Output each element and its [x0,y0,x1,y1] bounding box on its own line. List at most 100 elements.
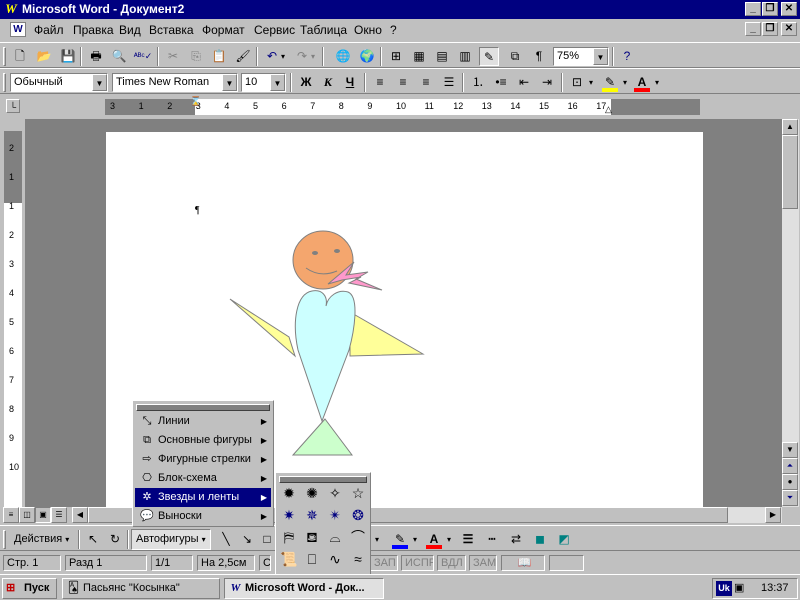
document-map-icon[interactable]: ⧉ [505,47,525,66]
menu-item-stars-banners[interactable]: ✲ Звезды и ленты ▶ [135,488,271,507]
autoshapes-menu[interactable]: Автофигуры ▾ [131,529,211,550]
arrow-icon[interactable]: ↘ [237,530,257,549]
show-hide-icon[interactable]: ¶ [529,47,549,66]
actions-menu[interactable]: Действия ▾ [10,530,73,549]
close-button[interactable]: ✕ [781,2,797,16]
indent-marker-icon[interactable]: ⌛ [190,96,201,107]
document-icon[interactable]: W [10,22,26,37]
bold-button[interactable]: Ж [296,73,316,92]
borders-icon[interactable]: ⊡ [567,73,587,92]
menu-item-callouts[interactable]: 💬 Выноски ▶ [135,507,271,526]
right-indent-marker-icon[interactable]: △ [605,104,612,115]
menu-tools[interactable]: Сервис [254,23,295,37]
task-word[interactable]: W Microsoft Word - Док... [224,578,384,599]
font-size-select[interactable]: 10 ▼ [241,73,286,92]
star8-icon[interactable]: ✷ [278,505,300,526]
decrease-indent-icon[interactable]: ⇤ [514,73,534,92]
doc-minimize-button[interactable]: _ [745,22,761,36]
tray-app-icon[interactable]: ▣ [734,581,744,594]
menu-edit[interactable]: Правка [73,23,114,37]
right-arm-shape[interactable] [349,311,425,357]
up-ribbon-icon[interactable]: ⛿ [278,527,300,548]
explosion1-icon[interactable]: ✹ [278,483,300,504]
bullets-icon[interactable]: •≡ [491,73,511,92]
dash-style-icon[interactable]: ┅ [482,530,502,549]
curved-down-ribbon-icon[interactable]: ⌒ [347,527,369,548]
menu-item-lines[interactable]: ⤡ Линии ▶ [135,412,271,431]
print-layout-icon[interactable]: ▣ [35,507,51,523]
print-icon[interactable]: 🖶 [86,47,106,66]
body-heart-shape[interactable] [294,290,356,423]
next-page-icon[interactable]: ⏷ [782,490,798,506]
align-center-icon[interactable]: ≡ [393,73,413,92]
save-icon[interactable]: 💾 [58,47,78,66]
align-left-icon[interactable]: ≡ [370,73,390,92]
format-painter-icon[interactable]: 🖌 [233,47,253,66]
free-rotate-icon[interactable]: ↻ [105,530,125,549]
italic-button[interactable]: К [318,73,338,92]
horizontal-scroll-icon[interactable]: ⎕ [301,549,323,570]
3d-icon[interactable]: ◩ [554,530,574,549]
insert-table-icon[interactable]: ▦ [409,47,429,66]
numbering-icon[interactable]: ⒈ [468,73,488,92]
task-solitaire[interactable]: 🂡 Пасьянс "Косынка" [62,578,220,599]
tables-borders-icon[interactable]: ⊞ [386,47,406,66]
menu-insert[interactable]: Вставка [149,23,194,37]
undo-dropdown-icon[interactable]: ▾ [278,47,288,66]
vertical-scroll-icon[interactable]: 📜 [278,549,300,570]
star16-icon[interactable]: ✵ [301,505,323,526]
menu-window[interactable]: Окно [354,23,382,37]
font-color-icon[interactable]: A [632,73,652,92]
shadow-icon[interactable]: ◼ [530,530,550,549]
increase-indent-icon[interactable]: ⇥ [537,73,557,92]
vertical-scrollbar[interactable]: ▲ ▼ ⏶ ● ⏷ [782,119,799,507]
star24-icon[interactable]: ✴ [324,505,346,526]
status-trk[interactable]: ИСПР [401,555,434,571]
toolbar-grip[interactable] [3,530,6,549]
restore-button[interactable]: ❐ [762,2,778,16]
insert-excel-icon[interactable]: ▤ [432,47,452,66]
redo-dropdown-icon[interactable]: ▾ [308,47,318,66]
minimize-button[interactable]: _ [745,2,761,16]
curved-up-ribbon-icon[interactable]: ⌓ [324,527,346,548]
scroll-left-icon[interactable]: ◀ [72,507,88,523]
language-indicator[interactable]: Uk [716,581,732,596]
doc-restore-button[interactable]: ❐ [762,22,778,36]
font-color-draw-dropdown-icon[interactable]: ▾ [444,530,454,549]
print-preview-icon[interactable]: 🔍 [109,47,129,66]
font-color-draw-icon[interactable]: A [424,530,444,549]
zoom-select[interactable]: 75% ▼ [553,47,609,66]
explosion2-icon[interactable]: ✺ [301,483,323,504]
office-assistant-icon[interactable]: ? [617,47,637,66]
paste-icon[interactable]: 📋 [209,47,229,66]
toolbar-grip[interactable] [3,73,6,92]
borders-dropdown-icon[interactable]: ▾ [586,73,596,92]
underline-button[interactable]: Ч [340,73,360,92]
start-button[interactable]: ⊞ Пуск [2,578,57,599]
menu-view[interactable]: Вид [119,23,141,37]
menu-help[interactable]: ? [390,23,397,37]
menu-table[interactable]: Таблица [300,23,347,37]
down-ribbon-icon[interactable]: ⛾ [301,527,323,548]
hyperlink-icon[interactable]: 🌐 [333,47,353,66]
cut-icon[interactable]: ✂ [163,47,183,66]
open-icon[interactable]: 📂 [34,47,54,66]
spelling-icon[interactable]: ᴬᴮᶜ✓ [133,47,153,66]
scroll-right-icon[interactable]: ▶ [765,507,781,523]
skirt-triangle-shape[interactable] [291,418,353,456]
highlight-dropdown-icon[interactable]: ▾ [620,73,630,92]
menu-item-flowchart[interactable]: ⎔ Блок-схема ▶ [135,469,271,488]
menu-item-basic-shapes[interactable]: ⧉ Основные фигуры ▶ [135,431,271,450]
columns-icon[interactable]: ▥ [455,47,475,66]
word-app-icon[interactable]: W [3,1,19,17]
select-objects-icon[interactable]: ↖ [83,530,103,549]
doc-close-button[interactable]: ✕ [781,22,797,36]
new-document-icon[interactable]: 🗋 [10,47,30,66]
scroll-down-icon[interactable]: ▼ [782,442,798,458]
line-color-dropdown-icon[interactable]: ▾ [410,530,420,549]
arrow-style-icon[interactable]: ⇄ [506,530,526,549]
wave-icon[interactable]: ∿ [324,549,346,570]
fill-color-dropdown-icon[interactable]: ▾ [372,530,382,549]
drawing-icon[interactable]: ✎ [479,47,499,66]
menu-format[interactable]: Формат [202,23,245,37]
